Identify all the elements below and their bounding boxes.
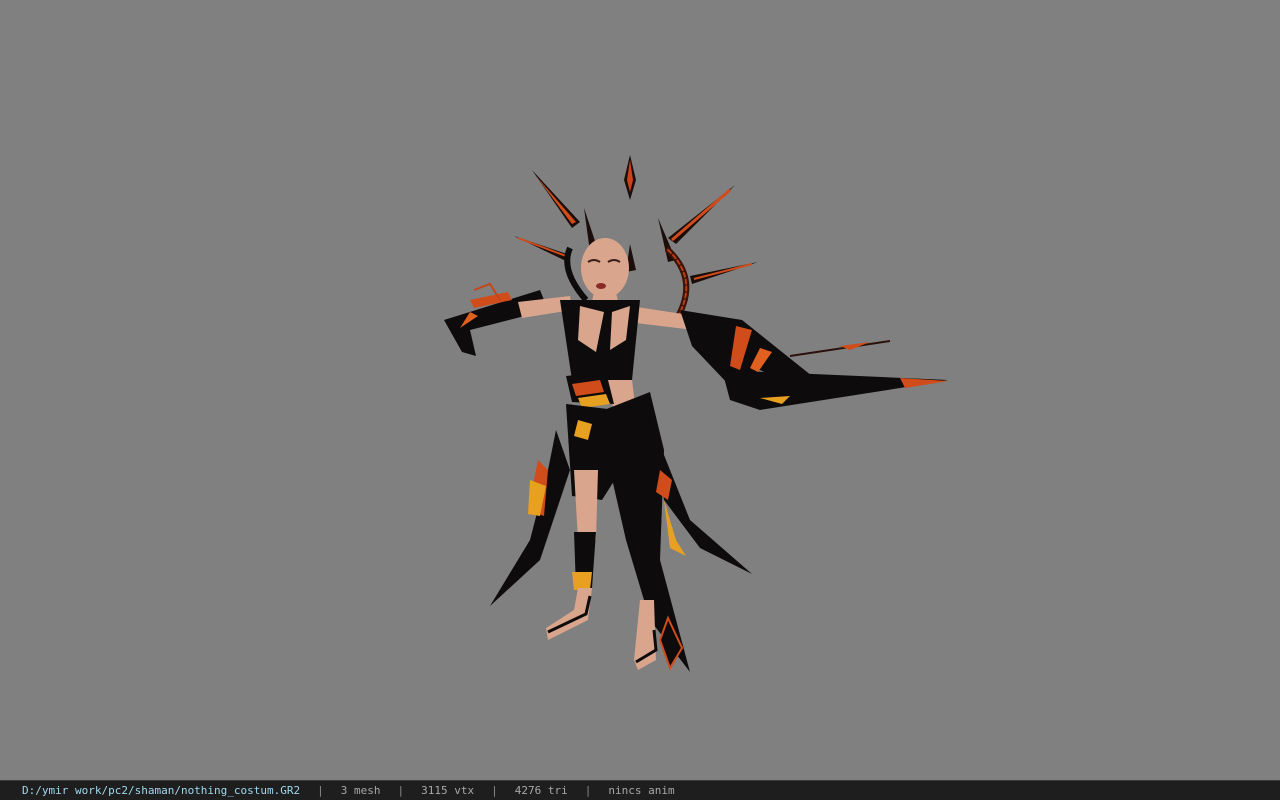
separator: | (317, 784, 324, 797)
right-sleeve (680, 310, 948, 410)
lower-costume (490, 392, 752, 672)
vertex-count-label: 3115 vtx (421, 784, 475, 797)
separator: | (491, 784, 498, 797)
animation-status-label: nincs anim (608, 784, 675, 797)
triangle-count-label: 4276 tri (514, 784, 568, 797)
left-sleeve (444, 282, 548, 356)
file-path-label: D:/ymir work/pc2/shaman/nothing_costum.G… (22, 784, 301, 797)
mesh-count-label: 3 mesh (340, 784, 381, 797)
separator: | (397, 784, 405, 797)
crown-spike-top (624, 155, 636, 200)
head-halo-spikes (514, 170, 758, 323)
separator: | (584, 784, 592, 797)
torso (560, 292, 640, 418)
head (564, 238, 629, 302)
status-bar: D:/ymir work/pc2/shaman/nothing_costum.G… (0, 780, 1280, 800)
3d-viewport[interactable] (0, 0, 1280, 780)
character-model (444, 155, 948, 672)
